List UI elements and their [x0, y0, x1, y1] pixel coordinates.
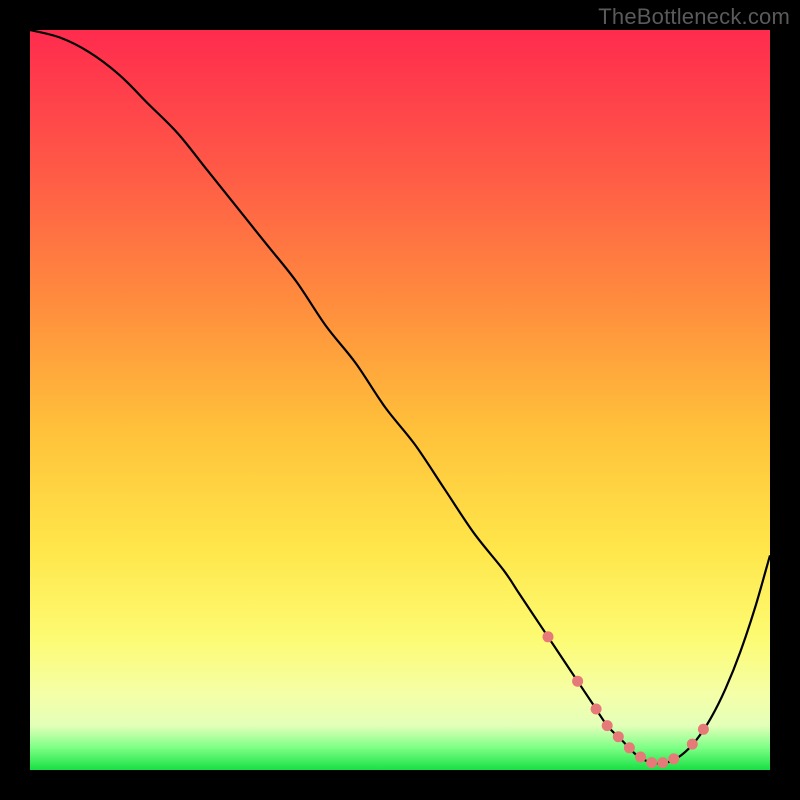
bottleneck-curve — [30, 30, 770, 770]
curve-marker-dot — [687, 739, 698, 750]
plot-area — [30, 30, 770, 770]
curve-marker-dot — [613, 731, 624, 742]
curve-markers — [543, 631, 709, 768]
curve-marker-dot — [646, 757, 657, 768]
curve-marker-dot — [543, 631, 554, 642]
curve-marker-dot — [602, 720, 613, 731]
chart-frame: TheBottleneck.com — [0, 0, 800, 800]
curve-line — [30, 30, 770, 764]
curve-marker-dot — [572, 676, 583, 687]
watermark-text: TheBottleneck.com — [598, 4, 790, 30]
curve-marker-dot — [635, 752, 646, 763]
curve-marker-dot — [657, 757, 668, 768]
curve-marker-dot — [624, 742, 635, 753]
curve-marker-dot — [668, 753, 679, 764]
curve-marker-dot — [591, 704, 602, 715]
curve-marker-dot — [698, 724, 709, 735]
